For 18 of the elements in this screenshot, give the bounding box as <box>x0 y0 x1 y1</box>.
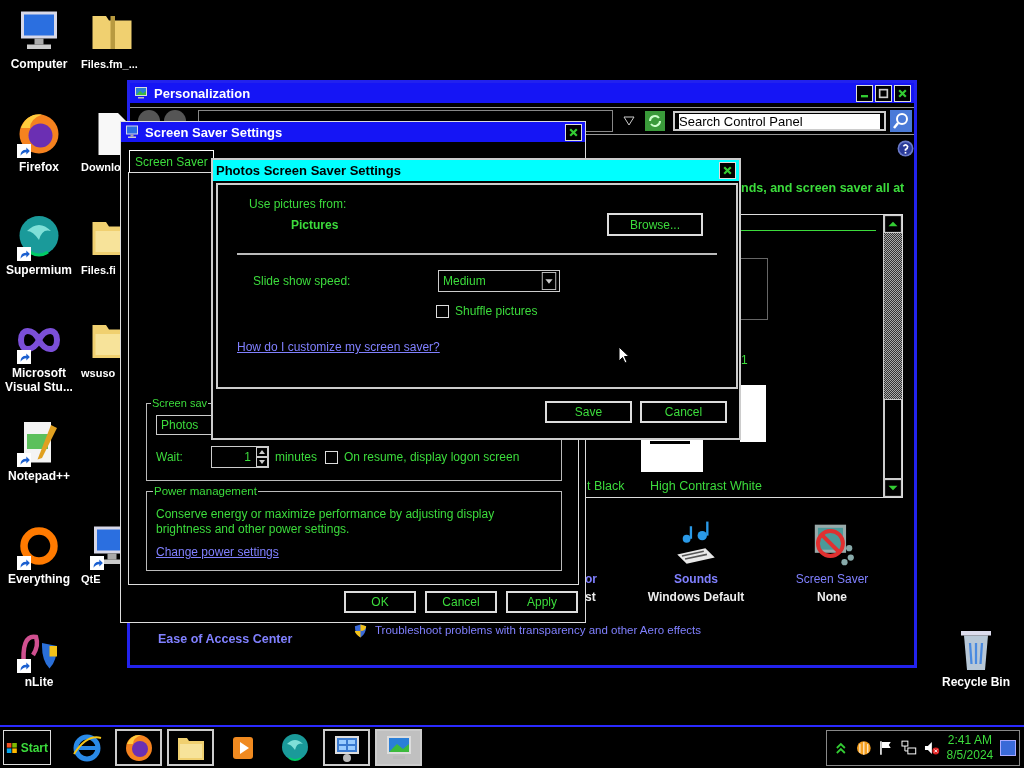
field-label: Use pictures from: <box>249 197 348 211</box>
description-text: Conserve energy or maximize performance by adjusting display brightness and other power settings. <box>156 507 496 537</box>
folder-name: Pictures <box>291 217 339 232</box>
dialog-title: Screen Saver Settings <box>145 124 283 140</box>
dialog-title: Photos Screen Saver Settings <box>216 163 401 178</box>
intro-text: nds, and screen saver all at <box>741 181 905 195</box>
group-title: Screen sav <box>151 397 209 409</box>
field-label: Wait: <box>156 450 183 464</box>
group-title: Power management <box>153 485 258 497</box>
setting-value: None <box>817 589 847 606</box>
unit-label: minutes <box>274 450 317 464</box>
clock-time: 2:41 AM <box>947 732 992 748</box>
theme-label: 1 <box>741 353 748 367</box>
clock-date: 8/5/2024 <box>946 747 994 763</box>
setting-value: Windows Default <box>647 589 745 606</box>
window-title: Personalization <box>154 85 251 101</box>
field-label: Slide show speed: <box>253 274 352 288</box>
setting-value: st <box>585 589 596 606</box>
